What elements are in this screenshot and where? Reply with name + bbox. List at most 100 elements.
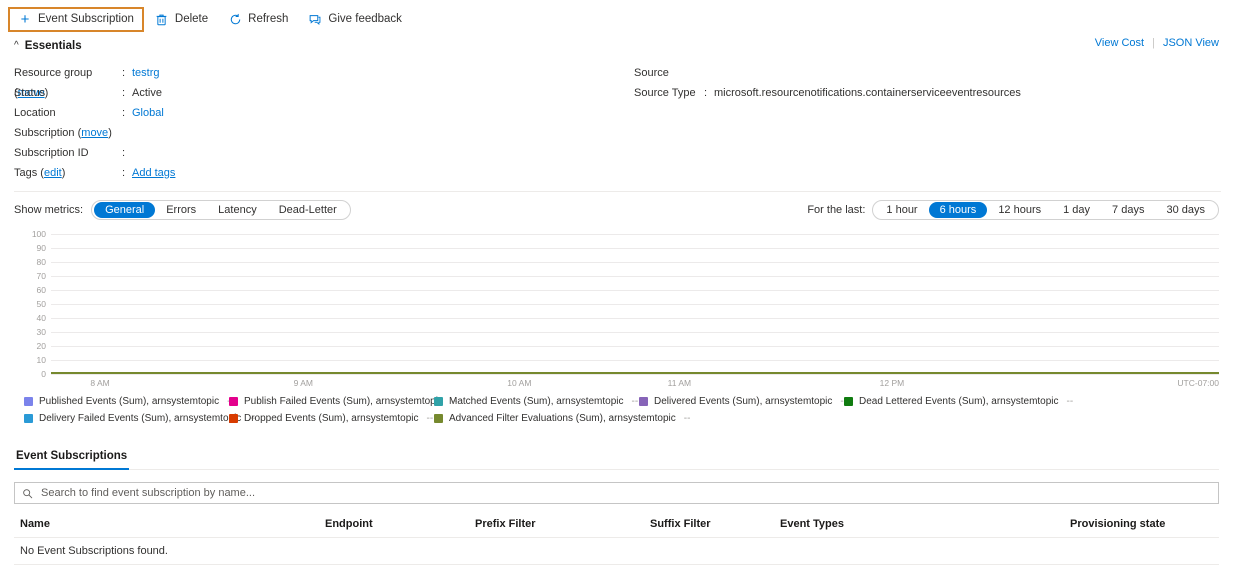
table-row-empty: No Event Subscriptions found. — [14, 537, 1219, 565]
legend-series-name: Publish Failed Events (Sum), arnsystemto… — [244, 396, 443, 407]
legend-item[interactable]: Delivered Events (Sum), arnsystemtopic-- — [639, 396, 847, 407]
metrics-tab-dead-letter[interactable]: Dead-Letter — [268, 202, 348, 218]
chart-gridline: 100 — [32, 229, 1219, 239]
event-subscriptions-section: Event Subscriptions Name Endpoint Prefix… — [14, 450, 1219, 565]
tags-edit-link[interactable]: edit — [44, 167, 62, 179]
legend-series-name: Published Events (Sum), arnsystemtopic — [39, 396, 220, 407]
chart-y-tick-label: 90 — [36, 243, 46, 253]
status-value: Active — [132, 87, 162, 99]
essentials-links: View Cost | JSON View — [1095, 37, 1219, 49]
time-range-group: 1 hour 6 hours 12 hours 1 day 7 days 30 … — [872, 200, 1219, 220]
time-range-controls: For the last: 1 hour 6 hours 12 hours 1 … — [807, 200, 1219, 220]
chart-y-tick-label: 40 — [36, 313, 46, 323]
metrics-tab-general[interactable]: General — [94, 202, 156, 218]
essentials-row-subscription-id: Subscription ID : — [14, 143, 634, 163]
add-event-subscription-button[interactable]: + Event Subscription — [8, 6, 144, 32]
metrics-tab-errors[interactable]: Errors — [155, 202, 207, 218]
give-feedback-button[interactable]: Give feedback — [299, 7, 411, 32]
legend-series-name: Dead Lettered Events (Sum), arnsystemtop… — [859, 396, 1059, 407]
plus-icon: + — [20, 10, 30, 28]
essentials-row-tags: Tags (edit) : Add tags — [14, 163, 634, 183]
column-header-prefix-filter[interactable]: Prefix Filter — [469, 516, 644, 538]
column-header-name[interactable]: Name — [14, 516, 319, 538]
chart-gridline: 90 — [37, 243, 1219, 253]
resource-group-value[interactable]: testrg — [132, 63, 160, 83]
status-colon: : — [122, 87, 126, 99]
chart-x-tick-label: 9 AM — [293, 378, 313, 388]
legend-item[interactable]: Advanced Filter Evaluations (Sum), arnsy… — [434, 413, 690, 424]
search-input[interactable] — [39, 486, 1211, 500]
subscription-move-link[interactable]: move — [81, 127, 108, 139]
source-label: Source — [634, 67, 669, 79]
legend-color-swatch — [639, 397, 648, 406]
tags-label: Tags (edit) — [14, 167, 66, 179]
chart-x-tick-label: 12 PM — [879, 378, 905, 388]
chart-y-tick-label: 20 — [36, 341, 46, 351]
source-type-value: microsoft.resourcenotifications.containe… — [714, 87, 1021, 99]
legend-color-swatch — [24, 397, 33, 406]
legend-series-value: -- — [426, 413, 434, 424]
legend-color-swatch — [434, 414, 443, 423]
essentials-row-source: Source — [634, 63, 1221, 83]
column-header-suffix-filter[interactable]: Suffix Filter — [644, 516, 774, 538]
show-metrics-label: Show metrics: — [14, 204, 84, 216]
time-range-6-hours[interactable]: 6 hours — [928, 202, 988, 218]
delete-label: Delete — [174, 13, 209, 25]
tags-colon: : — [122, 167, 126, 179]
time-range-1-hour[interactable]: 1 hour — [875, 202, 928, 218]
legend-item[interactable]: Publish Failed Events (Sum), arnsystemto… — [229, 396, 458, 407]
chart-gridline: 30 — [37, 327, 1219, 337]
legend-item[interactable]: Published Events (Sum), arnsystemtopic-- — [24, 396, 234, 407]
chart-y-tick-label: 70 — [36, 271, 46, 281]
view-cost-link[interactable]: View Cost — [1095, 37, 1144, 49]
time-range-1-day[interactable]: 1 day — [1052, 202, 1101, 218]
column-header-event-types[interactable]: Event Types — [774, 516, 1064, 538]
chart-gridline: 60 — [37, 285, 1219, 295]
chart-x-tick-label: 11 AM — [667, 378, 692, 388]
event-subscriptions-tabrow: Event Subscriptions — [14, 450, 1219, 470]
time-range-30-days[interactable]: 30 days — [1155, 202, 1216, 218]
legend-series-value: -- — [631, 396, 639, 407]
essentials-title: Essentials — [24, 40, 82, 52]
essentials-row-subscription: Subscription (move) — [14, 123, 634, 143]
add-tags-link[interactable]: Add tags — [132, 163, 175, 183]
location-value[interactable]: Global — [132, 103, 164, 123]
legend-item[interactable]: Dropped Events (Sum), arnsystemtopic -- — [229, 413, 434, 424]
legend-item[interactable]: Delivery Failed Events (Sum), arnsystemt… — [24, 413, 256, 424]
essentials-right-column: Source Source Type : microsoft.resourcen… — [634, 63, 1221, 183]
time-range-12-hours[interactable]: 12 hours — [987, 202, 1052, 218]
time-range-7-days[interactable]: 7 days — [1101, 202, 1155, 218]
chart-y-tick-label: 80 — [36, 257, 46, 267]
essentials-header[interactable]: ^ Essentials View Cost | JSON View — [0, 35, 1235, 55]
status-label: Status — [14, 87, 46, 99]
legend-item[interactable]: Dead Lettered Events (Sum), arnsystemtop… — [844, 396, 1073, 407]
json-view-link[interactable]: JSON View — [1163, 37, 1219, 49]
legend-color-swatch — [844, 397, 853, 406]
metrics-chart[interactable]: 100 90 80 70 60 50 40 30 20 10 0 8 AM 9 AM 10 AM 11 A… — [14, 229, 1219, 390]
legend-color-swatch — [229, 397, 238, 406]
metrics-controls: Show metrics: General Errors Latency Dea… — [0, 192, 1235, 226]
chart-gridline: 50 — [37, 299, 1219, 309]
chart-y-tick-label: 100 — [31, 229, 46, 239]
essentials-grid: Resource group (move) : testrg Status : … — [0, 55, 1235, 187]
delete-button[interactable]: Delete — [146, 7, 217, 32]
event-subscription-search[interactable] — [14, 482, 1219, 504]
add-event-subscription-label: Event Subscription — [38, 13, 134, 25]
refresh-button[interactable]: Refresh — [219, 7, 297, 32]
give-feedback-label: Give feedback — [328, 13, 402, 25]
feedback-icon — [308, 12, 322, 26]
metrics-tab-latency[interactable]: Latency — [207, 202, 268, 218]
essentials-row-location: Location : Global — [14, 103, 634, 123]
link-divider: | — [1152, 37, 1155, 49]
chart-y-tick-label: 10 — [36, 355, 46, 365]
column-header-provisioning-state[interactable]: Provisioning state — [1064, 516, 1219, 538]
legend-item[interactable]: Matched Events (Sum), arnsystemtopic -- — [434, 396, 639, 407]
chart-y-tick-label: 50 — [36, 299, 46, 309]
tab-event-subscriptions[interactable]: Event Subscriptions — [14, 450, 130, 470]
location-label: Location — [14, 107, 56, 119]
column-header-endpoint[interactable]: Endpoint — [319, 516, 469, 538]
chart-gridline: 20 — [37, 341, 1219, 351]
legend-series-name: Dropped Events (Sum), arnsystemtopic — [244, 413, 419, 424]
subscription-label: Subscription (move) — [14, 127, 112, 139]
refresh-icon — [228, 12, 242, 26]
